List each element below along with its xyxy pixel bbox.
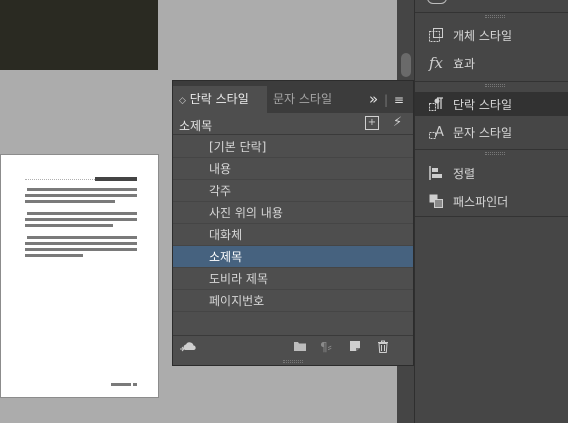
dock-item-label: 문자 스타일	[453, 125, 513, 140]
dock-item-pathfinder[interactable]: 패스파인더	[415, 189, 568, 213]
paragraph-styles-panel: ◇ 단락 스타일 문자 스타일 » | ≡ 소제목 + ⚡ [기본 단락] 내용…	[172, 80, 414, 366]
dock-item-label: 효과	[453, 56, 476, 71]
style-list-item[interactable]: 각주	[173, 180, 413, 202]
page-number-line	[111, 383, 131, 386]
pathfinder-icon	[427, 192, 445, 210]
character-styles-icon: A	[427, 123, 445, 141]
tab-character-styles[interactable]: 문자 스타일	[267, 86, 353, 113]
panel-bottom-toolbar: ¶⸗	[173, 335, 413, 357]
page-text-line	[27, 212, 137, 215]
style-list: [기본 단락] 내용 각주 사진 위의 내용 대화체 소제목 도비라 제목 페이…	[173, 136, 413, 312]
page-text-line	[25, 200, 115, 203]
dock-item-label: 단락 스타일	[453, 97, 513, 112]
style-list-item[interactable]: 페이지번호	[173, 290, 413, 312]
dock-separator	[415, 216, 568, 217]
page-number-mark	[133, 383, 137, 386]
style-list-item[interactable]: 도비라 제목	[173, 268, 413, 290]
current-style-bar: 소제목 + ⚡	[173, 113, 413, 135]
folder-icon[interactable]	[293, 340, 307, 355]
panel-tab-bar: ◇ 단락 스타일 문자 스타일 » | ≡	[173, 81, 413, 113]
expand-panels-icon[interactable]: »	[369, 90, 378, 108]
page-heading-line	[95, 177, 137, 181]
panel-menu-icon[interactable]: ≡	[394, 93, 404, 107]
tab-collapse-icon: ◇	[179, 96, 186, 106]
dock-separator	[415, 149, 568, 150]
style-list-item[interactable]: [기본 단락]	[173, 136, 413, 158]
partial-dock-icon[interactable]	[427, 0, 447, 4]
dock-item-label: 개체 스타일	[453, 28, 513, 43]
dock-item-object-styles[interactable]: 개체 스타일	[415, 23, 568, 47]
new-style-icon[interactable]	[349, 340, 361, 355]
quick-apply-icon[interactable]: ⚡	[393, 115, 402, 130]
svg-text:A: A	[435, 125, 444, 140]
right-dock: 개체 스타일 fx 효과 단락 스타일 A 문자 스타일 정렬 패스파인더	[414, 0, 568, 423]
new-style-group-button[interactable]: +	[365, 116, 379, 130]
object-styles-icon	[427, 26, 445, 44]
dock-item-label: 정렬	[453, 166, 476, 181]
panel-menu-controls: » | ≡	[369, 90, 404, 108]
cc-library-icon[interactable]	[179, 340, 197, 355]
scrollbar-thumb[interactable]	[401, 53, 411, 77]
clear-override-icon[interactable]: ¶⸗	[320, 340, 332, 354]
style-list-item-selected[interactable]: 소제목	[173, 246, 413, 268]
dock-grip[interactable]	[485, 84, 505, 87]
current-style-label: 소제목	[179, 119, 213, 133]
dock-grip[interactable]	[485, 15, 505, 18]
page-text-line	[25, 194, 137, 197]
dock-separator	[415, 81, 568, 82]
document-page	[0, 154, 159, 398]
page-text-line	[25, 224, 113, 227]
style-list-item[interactable]: 사진 위의 내용	[173, 202, 413, 224]
dock-grip[interactable]	[485, 152, 505, 155]
page-text-line	[27, 236, 137, 239]
page-text-line	[25, 254, 83, 257]
fx-icon: fx	[428, 54, 443, 72]
panel-resize-grip[interactable]	[283, 360, 303, 363]
page-text-line	[25, 218, 137, 221]
dock-separator	[415, 12, 568, 13]
dark-page-spread	[0, 0, 158, 70]
style-list-item[interactable]: 대화체	[173, 224, 413, 246]
tab-paragraph-styles[interactable]: ◇ 단락 스타일	[173, 86, 267, 113]
style-list-item[interactable]: 내용	[173, 158, 413, 180]
page-text-line	[25, 248, 137, 251]
dock-item-paragraph-styles[interactable]: 단락 스타일	[415, 92, 568, 116]
page-text-line	[25, 242, 137, 245]
dock-item-label: 패스파인더	[453, 194, 509, 209]
dock-item-character-styles[interactable]: A 문자 스타일	[415, 120, 568, 144]
page-text-line	[27, 188, 137, 191]
tab-label: 문자 스타일	[273, 92, 333, 106]
paragraph-styles-icon	[427, 95, 445, 113]
dock-item-effects[interactable]: fx 효과	[415, 51, 568, 75]
page-header-guide	[25, 179, 95, 180]
trash-icon[interactable]	[377, 340, 389, 356]
align-icon	[427, 164, 445, 182]
tab-label: 단락 스타일	[189, 92, 249, 106]
dock-item-align[interactable]: 정렬	[415, 161, 568, 185]
